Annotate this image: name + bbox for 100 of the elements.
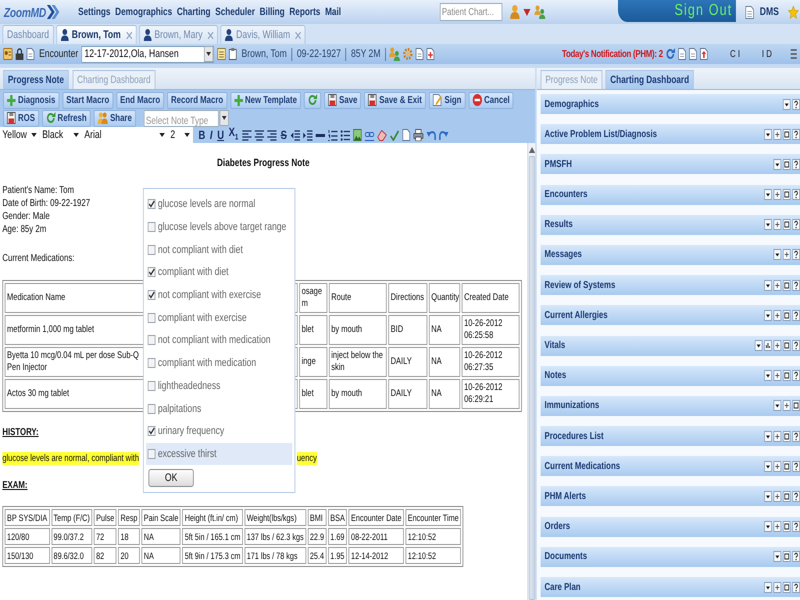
- checkbox-option[interactable]: glucose levels are normal: [146, 193, 292, 216]
- nav-link[interactable]: Settings: [78, 6, 110, 18]
- caret-icon[interactable]: [764, 128, 772, 140]
- plus-icon[interactable]: [782, 400, 791, 412]
- toolbar-button[interactable]: End Macro: [116, 92, 164, 108]
- section-title[interactable]: Review of Systems: [544, 280, 762, 291]
- section-title[interactable]: PMSFH: [544, 158, 772, 170]
- subscript-button[interactable]: X$_{1}$: [228, 125, 240, 145]
- plus-icon[interactable]: [773, 189, 782, 200]
- checkbox-option[interactable]: compliant with exercise: [146, 306, 292, 330]
- help-icon[interactable]: [792, 219, 800, 230]
- checkbox[interactable]: [148, 358, 156, 368]
- plus-icon[interactable]: [773, 490, 782, 502]
- checkbox[interactable]: [148, 290, 156, 300]
- bullet-list-icon[interactable]: [340, 130, 350, 140]
- checkbox[interactable]: [148, 448, 156, 459]
- outdent-icon[interactable]: [290, 130, 300, 140]
- numbered-list-icon[interactable]: [328, 130, 338, 140]
- plus-icon[interactable]: [773, 128, 782, 140]
- section-title[interactable]: Current Allergies: [544, 310, 762, 321]
- caret-icon[interactable]: [764, 582, 772, 592]
- section-title[interactable]: Care Plan: [544, 582, 762, 592]
- check-icon[interactable]: [390, 130, 400, 140]
- document-icon[interactable]: [689, 48, 698, 60]
- checkbox-option[interactable]: not compliant with diet: [146, 238, 292, 262]
- document-icon[interactable]: [416, 48, 424, 60]
- caret-icon[interactable]: [773, 400, 782, 412]
- section-title[interactable]: Documents: [544, 551, 772, 562]
- section-title[interactable]: Vitals: [544, 340, 754, 351]
- caret-icon[interactable]: [764, 460, 772, 472]
- underline-button[interactable]: U: [216, 128, 225, 142]
- indent-icon[interactable]: [303, 130, 313, 140]
- window-icon[interactable]: [782, 430, 791, 442]
- clipboard-icon[interactable]: [229, 48, 237, 60]
- toolbar-button[interactable]: Refresh: [42, 110, 91, 126]
- nav-link[interactable]: Mail: [325, 6, 342, 18]
- link-icon[interactable]: [364, 130, 374, 140]
- window-icon[interactable]: [782, 370, 791, 382]
- upload-icon[interactable]: [700, 48, 708, 60]
- help-icon[interactable]: [792, 460, 800, 472]
- text-color-select[interactable]: Black: [40, 127, 82, 143]
- plus-icon[interactable]: [782, 249, 791, 260]
- nav-link[interactable]: Billing: [260, 6, 285, 18]
- window-icon[interactable]: [782, 280, 791, 291]
- nav-link[interactable]: Charting: [176, 6, 211, 18]
- checkbox-option[interactable]: glucose levels above target range: [146, 216, 292, 238]
- checkbox[interactable]: [148, 380, 156, 391]
- toolbar-button[interactable]: Cancel: [468, 92, 514, 108]
- help-icon[interactable]: [792, 158, 800, 170]
- section-title[interactable]: PHM Alerts: [544, 490, 762, 502]
- help-icon[interactable]: [792, 340, 800, 351]
- up-arrow-icon[interactable]: [528, 147, 535, 153]
- window-icon[interactable]: [782, 158, 791, 170]
- caret-icon[interactable]: [773, 158, 782, 170]
- plus-icon[interactable]: [773, 430, 782, 442]
- toolbar-button[interactable]: Diagnosis: [3, 92, 60, 108]
- checkbox[interactable]: [148, 312, 156, 323]
- font-select[interactable]: Arial: [82, 127, 168, 143]
- note-tab[interactable]: Progress Note: [3, 70, 69, 89]
- window-icon[interactable]: [782, 189, 791, 200]
- toolbar-button[interactable]: Save & Exit: [364, 92, 426, 108]
- toolbar-button[interactable]: Save: [324, 92, 362, 108]
- plus-icon[interactable]: [773, 219, 782, 230]
- help-icon[interactable]: [792, 582, 800, 592]
- help-icon[interactable]: [792, 98, 800, 110]
- section-title[interactable]: Messages: [544, 249, 772, 260]
- help-icon[interactable]: [792, 310, 800, 321]
- list-icon[interactable]: [790, 49, 797, 59]
- checkbox-option[interactable]: lightheadedness: [146, 374, 292, 398]
- encounter-select[interactable]: 12-17-2012,Ola, Hansen: [81, 46, 214, 62]
- checkbox[interactable]: [148, 267, 156, 278]
- patient-tab[interactable]: Brown, Tom: [56, 25, 136, 44]
- help-icon[interactable]: [792, 128, 800, 140]
- caret-icon[interactable]: [782, 98, 791, 110]
- caret-icon[interactable]: [764, 189, 772, 200]
- checkbox-option[interactable]: not compliant with medication: [146, 329, 292, 352]
- caret-icon[interactable]: [754, 340, 762, 351]
- search-field[interactable]: Patient Chart...: [440, 3, 502, 21]
- align-right-icon[interactable]: [267, 130, 277, 140]
- section-title[interactable]: Procedures List: [544, 430, 762, 442]
- caret-icon[interactable]: [773, 249, 782, 260]
- toolbar-button[interactable]: Sign: [428, 92, 466, 108]
- checkbox[interactable]: [148, 199, 156, 210]
- plus-icon[interactable]: [773, 582, 782, 592]
- caret-icon[interactable]: [773, 551, 782, 562]
- checkbox-option[interactable]: not compliant with exercise: [146, 284, 292, 306]
- plus-icon[interactable]: [773, 310, 782, 321]
- section-title[interactable]: Current Medications: [544, 460, 762, 472]
- section-title[interactable]: Encounters: [544, 189, 762, 200]
- help-icon[interactable]: [792, 189, 800, 200]
- help-icon[interactable]: [792, 430, 800, 442]
- nav-link[interactable]: Demographics: [115, 6, 172, 18]
- nav-link[interactable]: Scheduler: [215, 6, 255, 18]
- italic-button[interactable]: I: [209, 128, 214, 142]
- toolbar-button[interactable]: [304, 92, 322, 108]
- highlight-color-select[interactable]: Yellow: [0, 127, 40, 143]
- caret-icon[interactable]: [764, 219, 772, 230]
- document-plus-icon[interactable]: [426, 48, 434, 60]
- sign-out-link[interactable]: Sign Out: [674, 2, 732, 20]
- people-icon[interactable]: [534, 5, 545, 19]
